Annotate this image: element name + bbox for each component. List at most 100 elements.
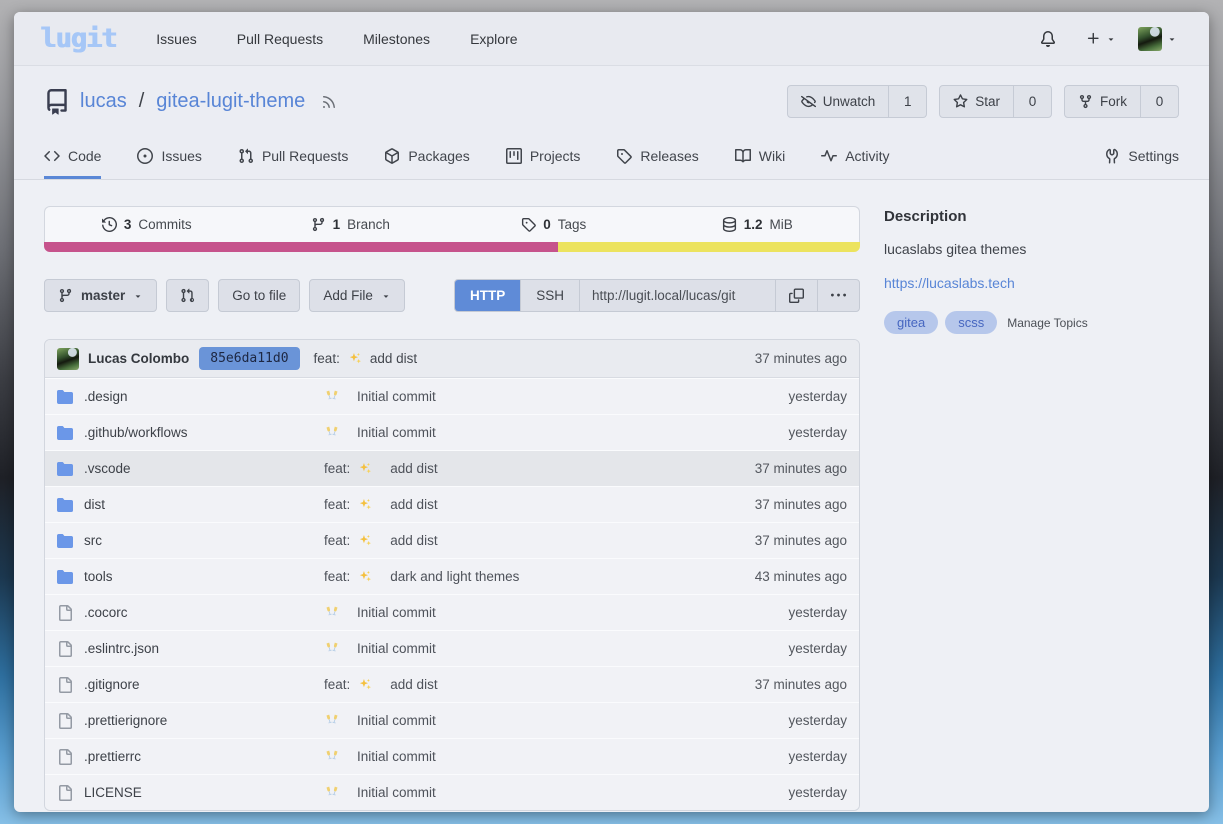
language-segment[interactable] [44,242,558,252]
file-name[interactable]: LICENSE [84,785,324,800]
tab-releases[interactable]: Releases [616,133,698,179]
tab-wiki[interactable]: Wiki [735,133,785,179]
message-text[interactable]: add dist [390,533,437,548]
topic-gitea[interactable]: gitea [884,311,938,334]
file-row[interactable]: distfeat:add dist37 minutes ago [45,486,859,522]
commit-message[interactable]: feat:dark and light themes [324,569,755,584]
clone-http-button[interactable]: HTTP [455,280,520,311]
commit-author[interactable]: Lucas Colombo [88,351,189,366]
stat-commits[interactable]: 3Commits [45,207,249,242]
website-link[interactable]: https://lucaslabs.tech [884,275,1015,291]
message-text[interactable]: Initial commit [357,713,436,728]
message-text[interactable]: Initial commit [357,749,436,764]
file-row[interactable]: .designInitial commityesterday [45,378,859,414]
clone-url-field[interactable]: http://lugit.local/lucas/git [579,280,775,311]
nav-item-milestones[interactable]: Milestones [363,31,430,47]
add-file-button[interactable]: Add File [309,279,405,312]
nav-item-explore[interactable]: Explore [470,31,517,47]
file-name[interactable]: .github/workflows [84,425,324,440]
commit-hash-badge[interactable]: 85e6da11d0 [199,347,299,370]
nav-item-issues[interactable]: Issues [156,31,196,47]
file-row[interactable]: srcfeat:add dist37 minutes ago [45,522,859,558]
message-text[interactable]: add dist [390,461,437,476]
file-name[interactable]: .prettierrc [84,749,324,764]
tab-packages[interactable]: Packages [384,133,469,179]
topic-scss[interactable]: scss [945,311,997,334]
message-prefix: feat: [324,677,350,692]
file-row[interactable]: LICENSEInitial commityesterday [45,774,859,810]
fork-button[interactable]: Fork [1064,85,1141,118]
file-time: yesterday [788,641,847,656]
create-new-menu[interactable] [1080,27,1122,50]
bell-icon[interactable] [1040,31,1056,47]
file-row[interactable]: .gitignorefeat:add dist37 minutes ago [45,666,859,702]
rss-icon[interactable] [321,94,337,110]
commit-author-avatar[interactable] [57,348,79,370]
repo-name-link[interactable]: gitea-lugit-theme [156,90,305,113]
message-text[interactable]: Initial commit [357,605,436,620]
message-text[interactable]: Initial commit [357,785,436,800]
file-name[interactable]: .gitignore [84,677,324,692]
go-to-file-button[interactable]: Go to file [218,279,300,312]
tab-pull-requests[interactable]: Pull Requests [238,133,348,179]
commit-message[interactable]: Initial commit [324,713,788,728]
unwatch-button[interactable]: Unwatch [787,85,890,118]
language-segment[interactable] [558,242,860,252]
file-row[interactable]: .eslintrc.json Initial commit yesterday [45,630,859,666]
file-name[interactable]: .cocorc [84,605,324,620]
file-name[interactable]: .eslintrc.json [84,641,324,656]
repo-owner-link[interactable]: lucas [80,90,127,113]
commit-message[interactable]: feat:add dist [324,533,755,548]
message-text[interactable]: add dist [390,677,437,692]
message-text[interactable]: Initial commit [357,425,436,440]
lugit-logo[interactable]: lugit [40,23,116,54]
message-text[interactable]: add dist [390,497,437,512]
clone-ssh-button[interactable]: SSH [520,280,579,311]
file-row[interactable]: .cocorcInitial commityesterday [45,594,859,630]
file-name[interactable]: dist [84,497,324,512]
file-row[interactable]: toolsfeat:dark and light themes43 minute… [45,558,859,594]
manage-topics-link[interactable]: Manage Topics [1007,316,1088,330]
file-row[interactable]: .prettierrcInitial commityesterday [45,738,859,774]
tab-settings[interactable]: Settings [1104,133,1179,179]
file-row[interactable]: .github/workflowsInitial commityesterday [45,414,859,450]
commit-message[interactable]: Initial commit [324,749,788,764]
star-count-button[interactable]: 0 [1014,85,1052,118]
more-options-button[interactable] [817,280,859,311]
commit-message[interactable]: Initial commit [324,641,788,656]
commit-message[interactable]: feat:add dist [324,497,755,512]
sparkles-emoji-icon [358,534,372,548]
file-name[interactable]: .vscode [84,461,324,476]
commit-message[interactable]: Initial commit [324,785,788,800]
commit-message[interactable]: Initial commit [324,425,788,440]
branch-selector[interactable]: master [44,279,157,312]
commit-message[interactable]: feat: add dist [324,677,755,692]
message-text[interactable]: Initial commit [357,641,436,656]
tab-issues[interactable]: Issues [137,133,201,179]
unwatch-count-button[interactable]: 1 [889,85,927,118]
message-text[interactable]: Initial commit [357,389,436,404]
stat-mib[interactable]: 1.2MiB [656,207,860,242]
file-name[interactable]: tools [84,569,324,584]
fork-count-button[interactable]: 0 [1141,85,1179,118]
compare-button[interactable] [166,279,209,312]
file-name[interactable]: .design [84,389,324,404]
nav-item-pull-requests[interactable]: Pull Requests [237,31,323,47]
star-button[interactable]: Star [939,85,1014,118]
file-name[interactable]: .prettierignore [84,713,324,728]
user-menu[interactable] [1132,23,1183,55]
tab-code[interactable]: Code [44,133,101,179]
file-row[interactable]: .vscodefeat:add dist37 minutes ago [45,450,859,486]
file-row[interactable]: .prettierignoreInitial commityesterday [45,702,859,738]
copy-url-button[interactable] [775,280,817,311]
commit-message[interactable]: Initial commit [324,605,788,620]
commit-message[interactable]: feat:add dist [324,461,755,476]
commit-message[interactable]: feat: add dist [314,351,418,366]
stat-tags[interactable]: 0Tags [452,207,656,242]
commit-message[interactable]: Initial commit [324,389,788,404]
tab-projects[interactable]: Projects [506,133,581,179]
message-text[interactable]: dark and light themes [390,569,519,584]
stat-branch[interactable]: 1Branch [249,207,453,242]
file-name[interactable]: src [84,533,324,548]
tab-activity[interactable]: Activity [821,133,889,179]
